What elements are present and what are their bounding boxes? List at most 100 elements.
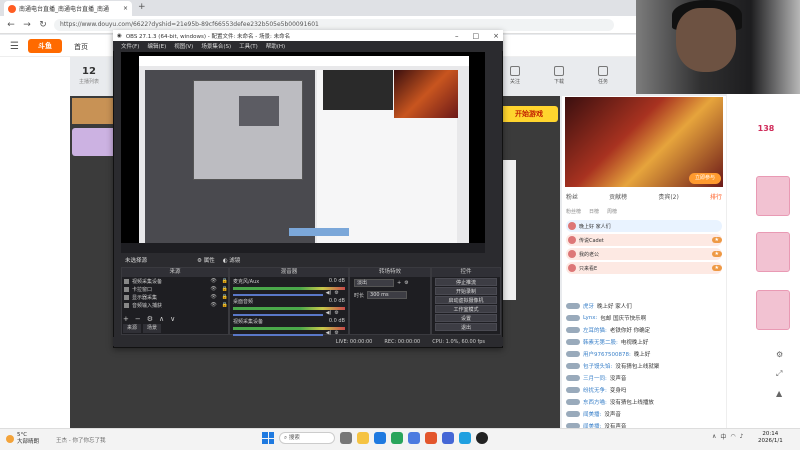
new-tab-button[interactable]: + xyxy=(138,2,146,12)
control-button[interactable]: 工作室模式 xyxy=(435,305,497,313)
chat-message[interactable]: Lynx: 包邮 国庆节快乐啊 xyxy=(566,312,722,323)
menu-icon[interactable]: ☰ xyxy=(10,41,19,52)
channel-settings-icon[interactable]: ⚙ xyxy=(334,290,338,296)
scroll-top-icon[interactable]: ▲ xyxy=(776,389,783,398)
music-ticker[interactable]: 王杰 - 你了你忘了我 xyxy=(56,436,105,444)
transition-settings-icon[interactable]: ⚙ xyxy=(404,280,408,286)
chat-message[interactable]: 用户9767500878: 晚上好 xyxy=(566,348,722,359)
tab-vip[interactable]: 贵宾(2) xyxy=(658,192,679,204)
streamer-avatar[interactable] xyxy=(72,128,118,156)
follow-count[interactable]: 12 主播列表 xyxy=(74,66,104,94)
settings-icon[interactable]: ⚙ xyxy=(776,350,783,359)
tab-scenes[interactable]: 场景 xyxy=(143,324,162,333)
visibility-eye-icon[interactable]: 👁 xyxy=(210,302,216,308)
start-icon[interactable] xyxy=(262,432,274,444)
chat-message[interactable]: 虎牙 晚上好 家人们 xyxy=(566,300,722,311)
filters-button[interactable]: ◐ 滤镜 xyxy=(223,256,241,264)
chat-username[interactable]: 闻美播: xyxy=(583,410,601,418)
tab-sources[interactable]: 来源 xyxy=(123,324,142,333)
strip-event-title[interactable]: 138 xyxy=(746,124,786,150)
duration-input[interactable]: 300 ms xyxy=(367,291,408,299)
control-button[interactable]: 停止推流 xyxy=(435,278,497,286)
channel-settings-icon[interactable]: ⚙ xyxy=(334,330,338,336)
strip-card[interactable] xyxy=(756,290,790,330)
maximize-icon[interactable]: □ xyxy=(473,32,480,40)
chat-username[interactable]: 韩素无第二股: xyxy=(583,338,618,346)
lock-icon[interactable]: 🔒 xyxy=(222,302,228,308)
channel-settings-icon[interactable]: ⚙ xyxy=(334,310,338,316)
properties-button[interactable]: ⚙ 属性 xyxy=(197,256,215,264)
chat-message[interactable]: 包子馒头馅: 没有猜包上线就聚 xyxy=(566,360,722,371)
file-explorer-icon[interactable] xyxy=(357,432,369,444)
taskbar-clock[interactable]: 20:14 2026/1/1 xyxy=(758,431,783,445)
menu-help[interactable]: 帮助(H) xyxy=(266,42,285,50)
nav-home-link[interactable]: 首页 xyxy=(74,42,88,52)
edge-icon[interactable] xyxy=(391,432,403,444)
weather-widget[interactable]: 5°C 大部晴朗 xyxy=(6,432,39,446)
rank-item[interactable]: 只来看E ★ xyxy=(566,262,722,274)
chat-message[interactable]: 左耳的猫: 老铁你好 你确定 xyxy=(566,324,722,335)
chat-username[interactable]: 左耳的猫: xyxy=(583,326,607,334)
add-source-icon[interactable]: + xyxy=(123,315,129,323)
store-icon[interactable] xyxy=(408,432,420,444)
menu-view[interactable]: 视图(V) xyxy=(174,42,193,50)
lock-icon[interactable]: 🔒 xyxy=(222,294,228,300)
lock-icon[interactable]: 🔒 xyxy=(222,286,228,292)
lock-icon[interactable]: 🔒 xyxy=(222,278,228,284)
chat-username[interactable]: 三月一同: xyxy=(583,374,607,382)
remove-source-icon[interactable]: − xyxy=(135,315,141,323)
url-field[interactable]: https://www.douyu.com/6622?dyshid=21e95b… xyxy=(54,18,614,31)
taskbar-search[interactable]: ⌕ 搜索 xyxy=(279,432,335,444)
network-icon[interactable]: ◠ xyxy=(730,433,735,440)
visibility-eye-icon[interactable]: 👁 xyxy=(210,278,216,284)
strip-card[interactable] xyxy=(756,232,790,272)
banner-join-button[interactable]: 立即参与 xyxy=(689,173,721,184)
ime-indicator[interactable]: 中 xyxy=(720,432,726,441)
source-item[interactable]: 卡拉窗口 👁 🔒 xyxy=(122,285,228,293)
task-view-icon[interactable] xyxy=(340,432,352,444)
transition-type-select[interactable]: 淡出 xyxy=(354,279,394,287)
chat-username[interactable]: 纷扰无争: xyxy=(583,386,607,394)
tab-rank[interactable]: 排行 xyxy=(710,192,722,204)
chat-username[interactable]: Lynx: xyxy=(583,315,597,321)
subtab-day[interactable]: 日榜 xyxy=(589,208,599,215)
rank-item[interactable]: 我的老公 ★ xyxy=(566,248,722,260)
chat-username[interactable]: 虎牙 xyxy=(583,302,594,310)
reload-icon[interactable]: ↻ xyxy=(38,20,48,30)
volume-slider[interactable] xyxy=(233,293,323,296)
obs-preview[interactable] xyxy=(121,52,485,253)
control-button[interactable]: 退出 xyxy=(435,323,497,331)
site-logo[interactable]: 斗鱼 xyxy=(28,39,62,53)
strip-card[interactable] xyxy=(756,176,790,216)
speaker-icon[interactable]: ◀) xyxy=(326,310,332,316)
chat-username[interactable]: 包子馒头馅: xyxy=(583,362,612,370)
visibility-eye-icon[interactable]: 👁 xyxy=(210,286,216,292)
tab-fans[interactable]: 粉丝 xyxy=(566,192,578,204)
move-down-icon[interactable]: ∨ xyxy=(170,315,175,323)
subtab-fans[interactable]: 粉丝榜 xyxy=(566,208,581,215)
source-item[interactable]: 显示器采集 👁 🔒 xyxy=(122,293,228,301)
speaker-icon[interactable]: ◀) xyxy=(326,290,332,296)
browser-tab[interactable]: 南通电台直播_南通电台直播_南通 × xyxy=(4,1,132,16)
chat-message[interactable]: 纷扰无争: 变身吗 xyxy=(566,384,722,395)
header-icon-follow[interactable]: 关注 xyxy=(500,66,530,85)
visibility-eye-icon[interactable]: 👁 xyxy=(210,294,216,300)
app-k-icon[interactable] xyxy=(442,432,454,444)
rank-item[interactable]: 传说Cadet ★ xyxy=(566,234,722,246)
volume-icon[interactable]: ♪ xyxy=(740,433,744,440)
move-up-icon[interactable]: ∧ xyxy=(159,315,164,323)
header-icon-task[interactable]: 任务 xyxy=(588,66,618,85)
menu-edit[interactable]: 编辑(E) xyxy=(147,42,166,50)
control-button[interactable]: 开始录制 xyxy=(435,287,497,295)
chat-username[interactable]: 东西方喵: xyxy=(583,398,607,406)
subtab-week[interactable]: 周榜 xyxy=(607,208,617,215)
volume-slider[interactable] xyxy=(233,333,323,336)
app-blue-icon[interactable] xyxy=(459,432,471,444)
speaker-icon[interactable]: ◀) xyxy=(326,330,332,336)
chat-message[interactable]: 闻美播: 没声音 xyxy=(566,408,722,419)
control-button[interactable]: 设置 xyxy=(435,314,497,322)
browser-icon[interactable] xyxy=(374,432,386,444)
source-item[interactable]: 视频采集设备 👁 🔒 xyxy=(122,277,228,285)
rank-item[interactable]: 晚上好 家人们 xyxy=(566,220,722,232)
control-button[interactable]: 启动虚拟摄像机 xyxy=(435,296,497,304)
